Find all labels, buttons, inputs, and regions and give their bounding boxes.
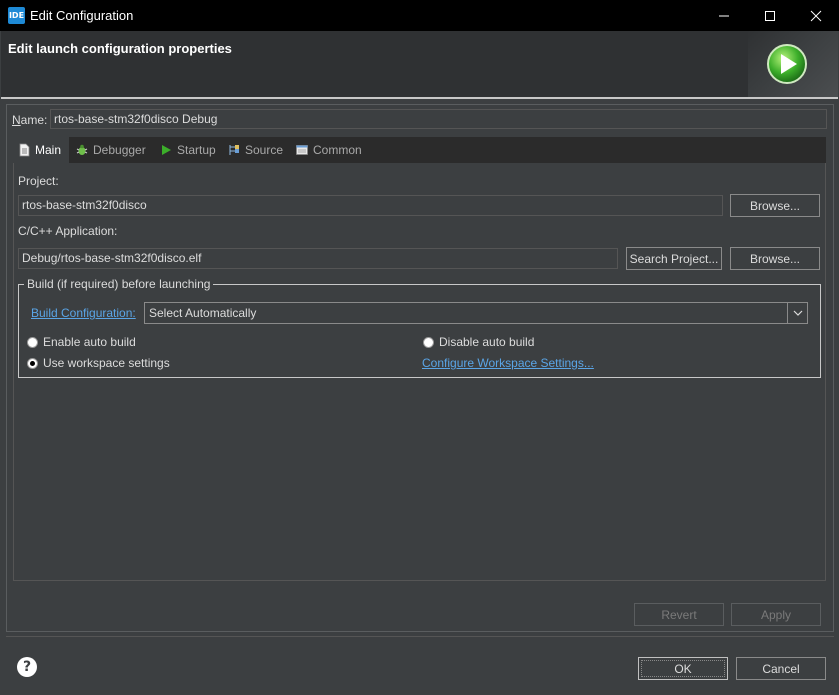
tab-startup-label: Startup [177,143,216,157]
close-icon[interactable] [793,0,839,31]
tab-source[interactable]: Source [223,137,289,163]
use-workspace-settings-radio[interactable]: Use workspace settings [27,356,170,370]
name-field[interactable]: rtos-base-stm32f0disco Debug [50,109,827,129]
document-icon [19,143,30,157]
tab-source-label: Source [245,143,284,157]
application-browse-button[interactable]: Browse... [730,247,820,270]
help-icon[interactable]: ? [17,657,37,677]
build-group-title: Build (if required) before launching [24,277,214,291]
chevron-down-icon[interactable] [787,303,807,323]
disable-auto-build-radio[interactable]: Disable auto build [423,335,534,349]
build-configuration-value: Select Automatically [149,306,257,320]
configure-workspace-settings-link[interactable]: Configure Workspace Settings... [422,356,594,370]
header-separator [1,97,838,99]
revert-button[interactable]: Revert [634,603,724,626]
build-configuration-link[interactable]: Build Configuration: [31,306,136,320]
apply-button[interactable]: Apply [731,603,821,626]
project-label: Project: [18,174,59,188]
tab-main-label: Main [35,143,62,157]
play-icon [162,145,171,155]
project-browse-button[interactable]: Browse... [730,194,820,217]
common-icon [296,145,308,155]
search-project-button[interactable]: Search Project... [626,247,722,270]
app-icon: IDE [8,7,25,24]
radio-button-icon [423,336,434,348]
enable-auto-build-radio[interactable]: Enable auto build [27,335,136,349]
radio-selected-icon [27,357,38,369]
tab-bar: Main Debugger Startup Source Common [13,137,826,163]
maximize-icon[interactable] [747,0,793,31]
ok-button[interactable]: OK [638,657,728,680]
bug-icon [76,144,88,155]
radio-button-icon [27,336,38,348]
use-workspace-settings-label: Use workspace settings [43,356,170,370]
header-title: Edit launch configuration properties [8,41,232,56]
application-label: C/C++ Application: [18,224,118,238]
tab-startup[interactable]: Startup [155,137,221,163]
application-field[interactable]: Debug/rtos-base-stm32f0disco.elf [18,248,618,269]
enable-auto-build-label: Enable auto build [43,335,136,349]
dialog-header: Edit launch configuration properties [1,31,838,97]
build-configuration-select[interactable]: Select Automatically [144,302,808,324]
cancel-button[interactable]: Cancel [736,657,826,680]
source-icon [229,145,239,155]
name-label: Name: [12,113,48,127]
project-field[interactable]: rtos-base-stm32f0disco [18,195,723,216]
minimize-icon[interactable] [701,0,747,31]
run-icon [767,44,807,84]
tab-debugger[interactable]: Debugger [71,137,151,163]
title-bar: IDE Edit Configuration [0,0,839,31]
tab-debugger-label: Debugger [93,143,146,157]
footer-separator [6,636,834,637]
tab-main[interactable]: Main [13,137,69,163]
tab-common[interactable]: Common [291,137,371,163]
tab-common-label: Common [313,143,362,157]
window-title: Edit Configuration [30,8,134,23]
disable-auto-build-label: Disable auto build [439,335,535,349]
